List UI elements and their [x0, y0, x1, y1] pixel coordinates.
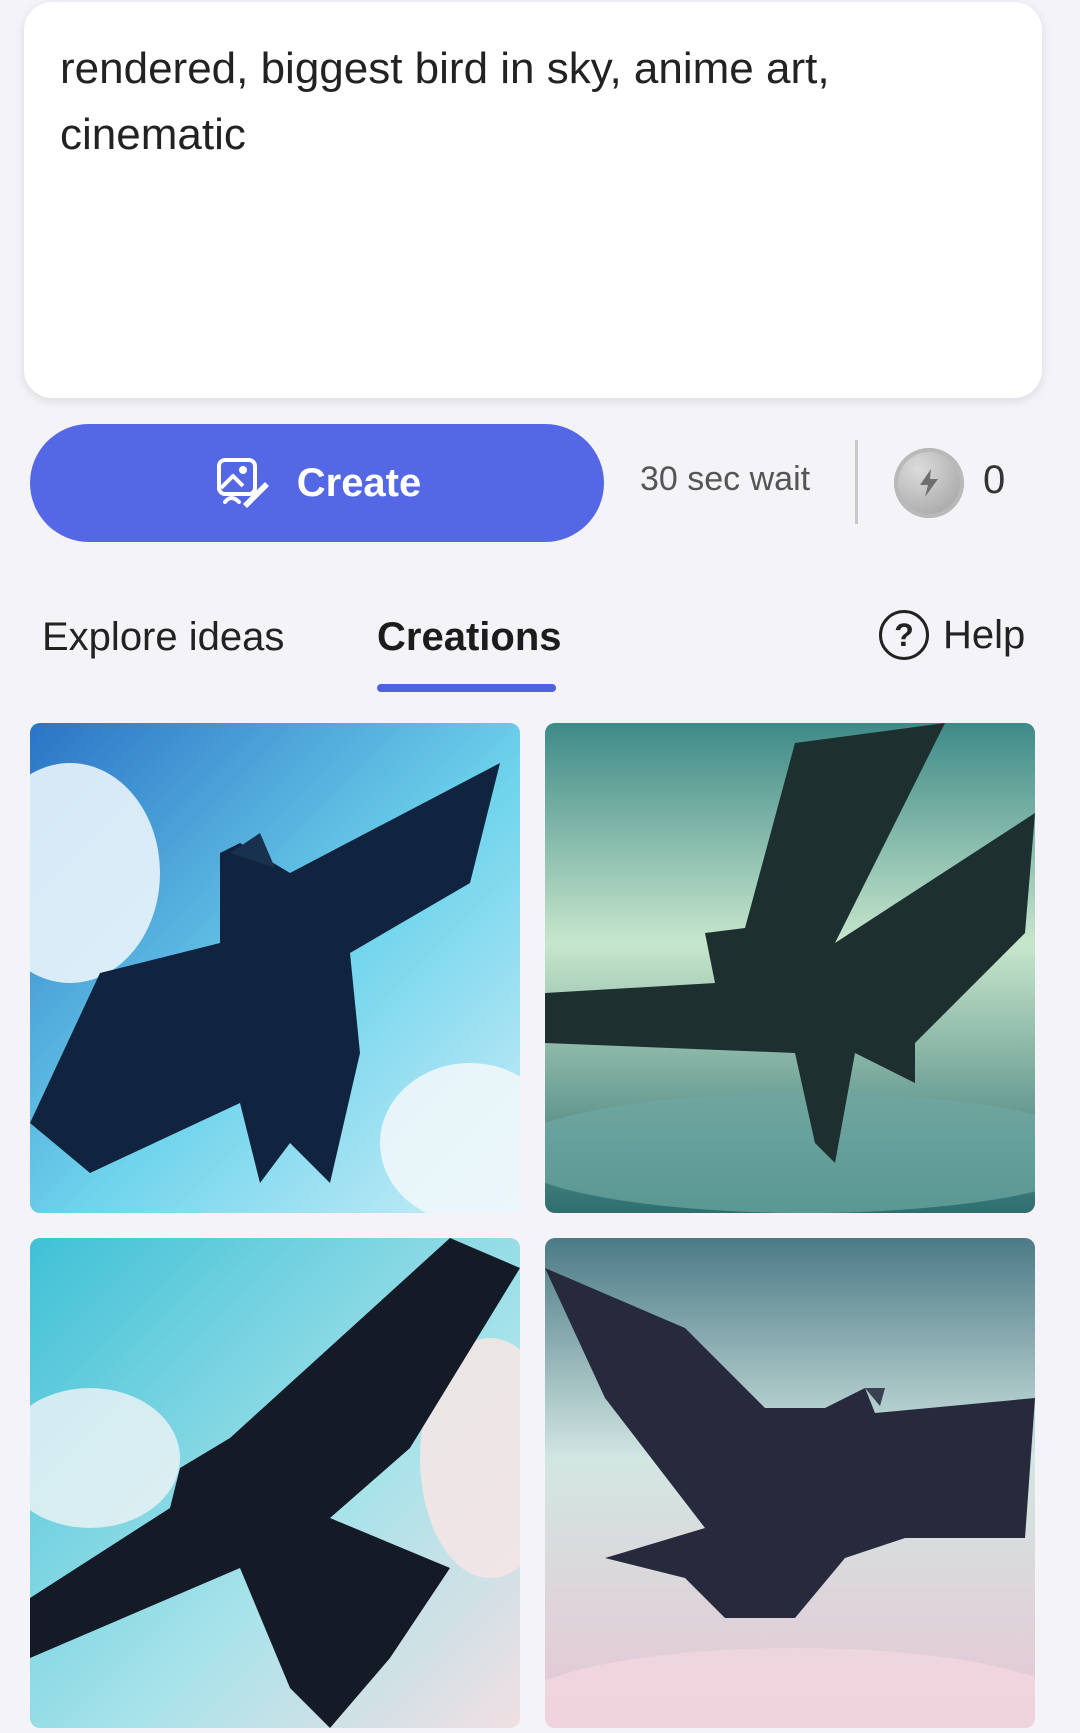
help-label: Help — [943, 612, 1026, 657]
create-button-label: Create — [296, 460, 422, 505]
tab-creations[interactable]: Creations — [377, 615, 562, 660]
help-circle-icon: ? — [879, 610, 929, 660]
divider — [855, 440, 858, 524]
help-button[interactable]: ? Help — [879, 610, 1025, 660]
bird-image-3[interactable] — [30, 1238, 520, 1728]
create-image-icon — [216, 458, 269, 508]
wait-time-text: 30 sec wait — [640, 460, 811, 498]
lightning-icon — [920, 469, 938, 497]
prompt-text[interactable]: rendered, biggest bird in sky, anime art… — [60, 36, 960, 168]
create-button[interactable]: Create — [30, 424, 604, 542]
bird-image-1[interactable] — [30, 723, 520, 1213]
boost-count: 0 — [983, 458, 1006, 502]
bird-image-2[interactable] — [545, 723, 1035, 1213]
active-tab-indicator — [377, 684, 556, 692]
boost-coin-icon[interactable] — [894, 448, 964, 518]
tab-bar: Explore ideas Creations ? Help — [0, 610, 1080, 700]
prompt-input-card[interactable]: rendered, biggest bird in sky, anime art… — [24, 2, 1042, 398]
creations-grid — [30, 723, 1036, 1733]
tab-explore-ideas[interactable]: Explore ideas — [42, 615, 284, 660]
bird-image-4[interactable] — [545, 1238, 1035, 1728]
